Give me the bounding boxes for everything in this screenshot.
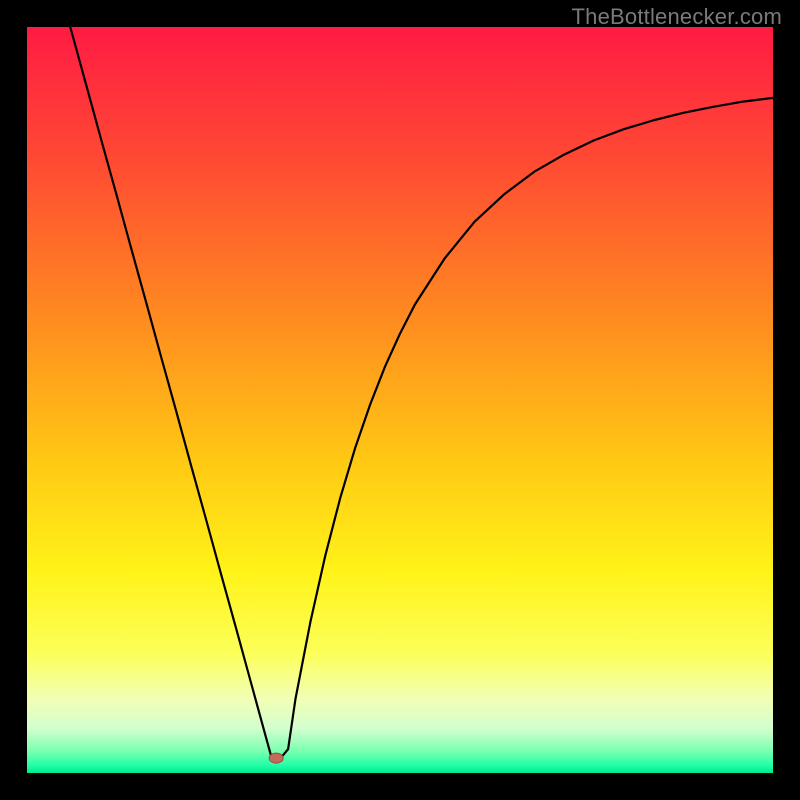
watermark-text: TheBottlenecker.com: [572, 4, 782, 30]
optimal-point-marker: [269, 753, 283, 763]
plot-svg: [27, 27, 773, 773]
chart-frame: TheBottlenecker.com: [0, 0, 800, 800]
gradient-background: [27, 27, 773, 773]
plot-area: [27, 27, 773, 773]
